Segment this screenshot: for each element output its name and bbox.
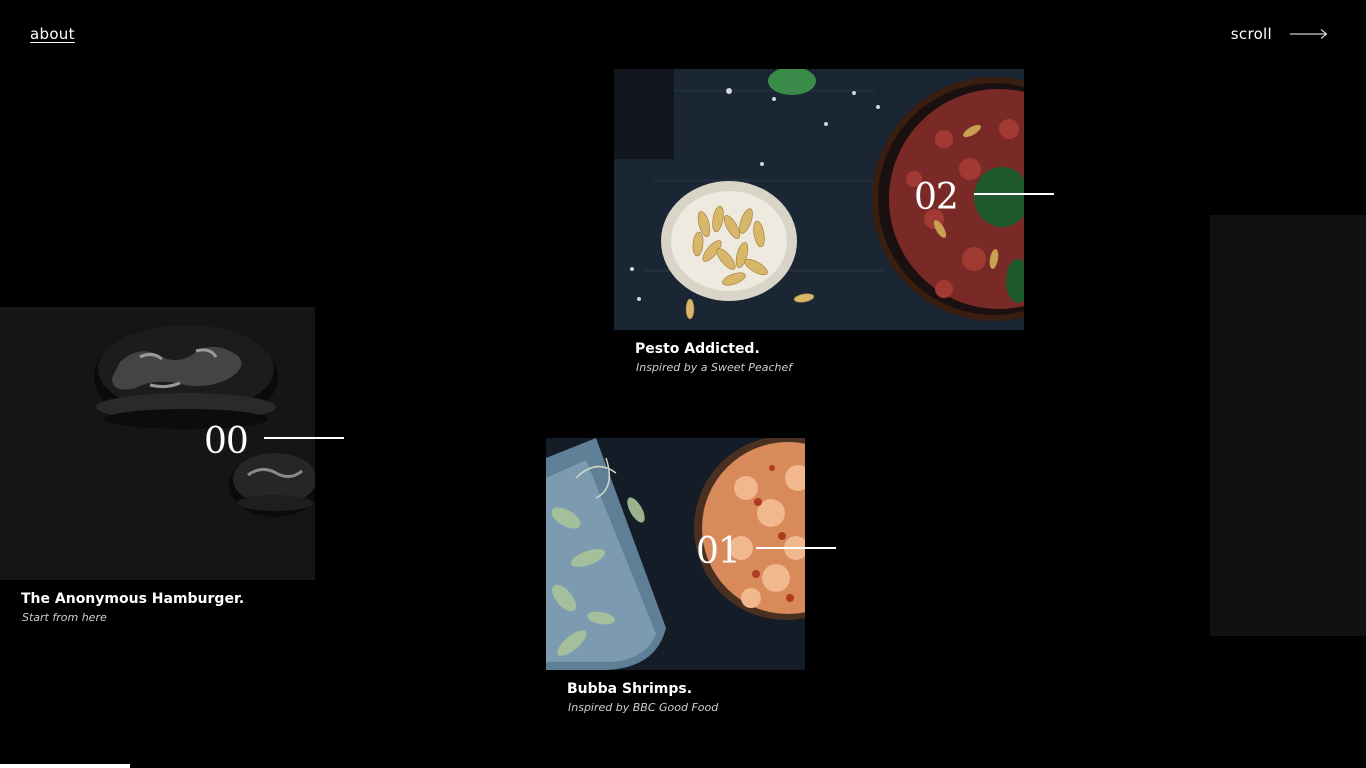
pesto-photo: [614, 69, 1024, 330]
card-title[interactable]: Bubba Shrimps.: [567, 681, 692, 697]
card-image-shrimps[interactable]: [546, 438, 805, 670]
hamburger-photo: [0, 307, 315, 580]
card-number: 00: [204, 421, 249, 462]
card-subtitle: Inspired by a Sweet Peachef: [636, 361, 793, 374]
card-image-hamburger[interactable]: [0, 307, 315, 580]
scroll-label: scroll: [1230, 25, 1272, 43]
card-rule: [974, 193, 1054, 195]
card-image-pesto[interactable]: [614, 69, 1024, 330]
card-number: 01: [696, 531, 741, 572]
page: about scroll 00 The Anonymous Hamburger.…: [0, 0, 1366, 768]
card-rule: [756, 547, 836, 549]
card-subtitle: Inspired by BBC Good Food: [568, 701, 719, 714]
scroll-progress-bar: [0, 764, 130, 768]
card-title[interactable]: Pesto Addicted.: [635, 341, 760, 357]
next-card-panel[interactable]: [1210, 215, 1366, 636]
card-number: 02: [914, 177, 959, 218]
card-rule: [264, 437, 344, 439]
about-link[interactable]: about: [30, 25, 75, 43]
arrow-right-icon: [1290, 29, 1328, 39]
card-title[interactable]: The Anonymous Hamburger.: [21, 591, 244, 607]
scroll-button[interactable]: scroll: [1231, 25, 1328, 43]
shrimps-photo: [546, 438, 805, 670]
card-subtitle: Start from here: [22, 611, 107, 624]
